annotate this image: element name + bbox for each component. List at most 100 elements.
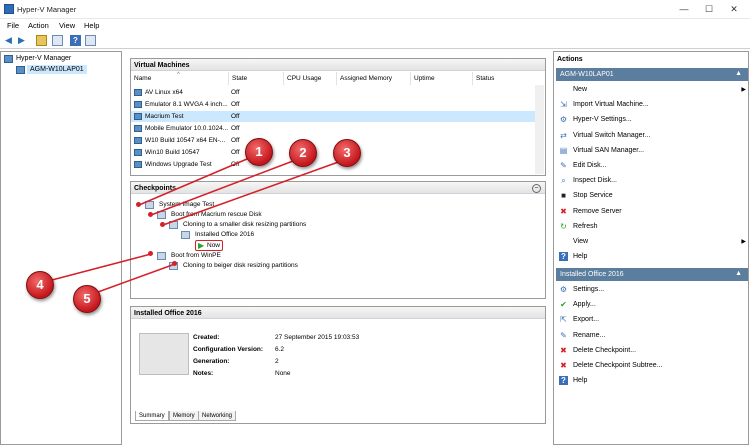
checkpoint-system-image-test[interactable]: System Image Test <box>159 201 214 208</box>
notes-label: Notes: <box>193 370 214 377</box>
action-label: View <box>573 238 589 245</box>
action-item[interactable]: ✎ Rename... <box>556 328 748 343</box>
help-icon[interactable]: ? <box>70 35 81 46</box>
col-cpu-usage[interactable]: CPU Usage <box>284 72 337 85</box>
checkpoint-boot-winpe[interactable]: Boot from WinPE <box>171 252 221 259</box>
action-item[interactable]: ✖ Delete Checkpoint Subtree... <box>556 358 748 373</box>
action-item[interactable]: ⇄ Virtual Switch Manager... <box>556 128 748 143</box>
action-label: Help <box>573 253 588 261</box>
collapse-icon[interactable]: – <box>532 184 541 193</box>
vm-row[interactable]: Emulator 8.1 WVGA 4 inch... Off <box>131 99 551 110</box>
action-item[interactable]: ? Help <box>556 249 748 264</box>
checkpoint-installed-office[interactable]: Installed Office 2016 <box>195 231 254 238</box>
remove-icon: ✖ <box>560 206 567 216</box>
checkpoint-actions-header[interactable]: Installed Office 2016 <box>556 268 748 281</box>
col-status[interactable]: Status <box>473 72 535 85</box>
action-item[interactable]: ✔ Apply... <box>556 297 748 312</box>
tab-networking[interactable]: Networking <box>198 411 237 421</box>
menu-bar: File Action View Help <box>0 19 750 32</box>
vm-scrollbar[interactable] <box>535 85 544 174</box>
vm-row[interactable]: AV Linux x64 Off <box>131 87 551 98</box>
collapse-up-icon[interactable]: ▲ <box>735 70 742 77</box>
checkpoints-panel: Checkpoints – System Image Test Boot fro… <box>130 181 546 299</box>
actions-title: Actions <box>557 56 583 63</box>
action-item[interactable]: ✖ Remove Server <box>556 204 748 219</box>
action-label: New <box>573 86 588 93</box>
tab-summary[interactable]: Summary <box>135 411 169 421</box>
action-item[interactable]: ⌕ Inspect Disk... <box>556 173 748 188</box>
checkpoint-boot-macrium[interactable]: Boot from Macrium rescue Disk <box>171 211 262 218</box>
minimize-button[interactable]: — <box>672 2 696 16</box>
close-button[interactable]: ✕ <box>722 2 746 16</box>
action-item[interactable]: ↻ Refresh <box>556 219 748 234</box>
config-version-value: 6.2 <box>275 346 285 353</box>
help-icon: ? <box>559 376 568 386</box>
callout-2: 2 <box>289 139 317 167</box>
submenu-arrow-icon: ▶ <box>741 239 746 245</box>
menu-file[interactable]: File <box>7 21 19 30</box>
callout-5: 5 <box>73 285 101 313</box>
checkpoint-now[interactable]: Now <box>207 242 220 249</box>
vm-state: Off <box>231 101 240 108</box>
action-label: Help <box>573 377 588 385</box>
vm-icon <box>134 89 142 96</box>
action-label: Inspect Disk... <box>573 177 617 185</box>
action-item[interactable]: View ▶ <box>556 234 748 249</box>
checkpoint-cloning-smaller[interactable]: Cloning to a smaller disk resizing parti… <box>183 221 306 228</box>
vm-icon <box>134 161 142 168</box>
up-folder-icon[interactable] <box>36 35 47 46</box>
vm-row[interactable]: Macrium Test Off <box>131 111 535 122</box>
action-item[interactable]: ⚙ Settings... <box>556 282 748 297</box>
tab-memory[interactable]: Memory <box>169 411 199 421</box>
sort-arrow-icon: ^ <box>177 72 180 78</box>
vm-thumbnail <box>139 333 189 375</box>
action-item[interactable]: ✖ Delete Checkpoint... <box>556 343 748 358</box>
host-actions-header[interactable]: AGM-W10LAP01 <box>556 68 748 81</box>
action-pane-icon[interactable] <box>85 35 96 46</box>
col-assigned-memory[interactable]: Assigned Memory <box>337 72 411 85</box>
vm-name: Macrium Test <box>145 113 184 120</box>
collapse-up-icon[interactable]: ▲ <box>735 270 742 277</box>
vm-row[interactable]: Mobile Emulator 10.0.1024... Off <box>131 123 551 134</box>
inspect-disk-icon: ⌕ <box>561 176 566 186</box>
checkpoint-icon <box>169 221 178 229</box>
menu-action[interactable]: Action <box>28 21 49 30</box>
export-icon: ⇱ <box>560 315 567 325</box>
show-hide-tree-icon[interactable] <box>52 35 63 46</box>
action-item[interactable]: ? Help <box>556 373 748 388</box>
stop-icon: ■ <box>561 191 566 201</box>
callout-4: 4 <box>26 271 54 299</box>
vm-name: Windows Upgrade Test <box>145 161 212 168</box>
submenu-arrow-icon: ▶ <box>741 87 746 93</box>
play-icon: ▶ <box>198 241 205 250</box>
maximize-button[interactable]: ☐ <box>697 2 721 16</box>
col-state[interactable]: State <box>229 72 284 85</box>
col-uptime[interactable]: Uptime <box>411 72 473 85</box>
vm-name: Mobile Emulator 10.0.1024... <box>145 125 229 132</box>
forward-icon[interactable]: ▶ <box>16 35 27 46</box>
menu-help[interactable]: Help <box>84 21 99 30</box>
action-item[interactable]: ⇱ Export... <box>556 312 748 327</box>
action-item[interactable]: ✎ Edit Disk... <box>556 158 748 173</box>
tree-host-label[interactable]: AGM-W10LAP01 <box>27 65 87 74</box>
back-icon[interactable]: ◀ <box>3 35 14 46</box>
tree-root-label[interactable]: Hyper-V Manager <box>16 55 71 62</box>
help-icon: ? <box>559 252 568 262</box>
import-icon: ⇲ <box>560 100 567 110</box>
settings-icon: ⚙ <box>559 285 568 294</box>
action-item[interactable]: ■ Stop Service <box>556 188 748 203</box>
col-name[interactable]: Name <box>131 72 229 85</box>
checkpoint-cloning-bigger[interactable]: Cloning to beiger disk resizing partitio… <box>183 262 298 269</box>
action-item[interactable]: ⇲ Import Virtual Machine... <box>556 97 748 112</box>
vm-state: Off <box>231 137 240 144</box>
action-label: Stop Service <box>573 192 613 200</box>
action-item[interactable]: ⚙ Hyper-V Settings... <box>556 112 748 127</box>
action-item[interactable]: ▤ Virtual SAN Manager... <box>556 143 748 158</box>
details-tab-strip: Summary Memory Networking <box>133 411 543 423</box>
action-label: Export... <box>573 316 600 324</box>
vm-icon <box>134 149 142 156</box>
vm-name: W10 Build 10547 x64 EN-... <box>145 137 226 144</box>
action-item[interactable]: New ▶ <box>556 82 748 97</box>
menu-view[interactable]: View <box>59 21 75 30</box>
rename-icon: ✎ <box>560 330 567 340</box>
